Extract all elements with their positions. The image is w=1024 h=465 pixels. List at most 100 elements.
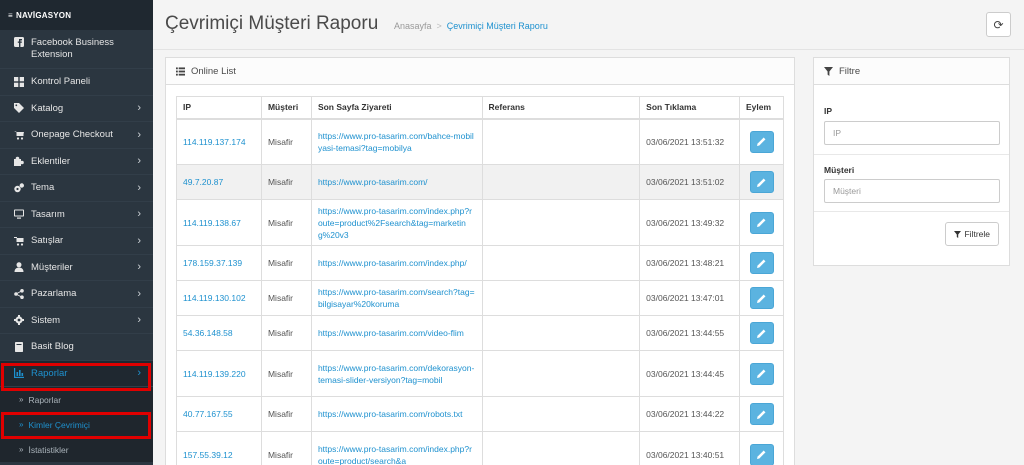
ip-cell[interactable]: 54.36.148.58 (176, 315, 262, 351)
customer-cell: Misafir (260, 280, 312, 316)
nav-header-label: NAVİGASYON (16, 11, 72, 20)
edit-button[interactable] (749, 322, 774, 344)
last-page-cell[interactable]: https://www.pro-tasarim.com/dekorasyon-t… (310, 350, 483, 397)
book-icon (13, 341, 25, 352)
col-header-referrer[interactable]: Referans (481, 96, 641, 120)
sidebar-item-onepage-checkout[interactable]: Onepage Checkout › (0, 122, 153, 149)
filter-title: Filtre (839, 65, 861, 77)
edit-button[interactable] (749, 403, 774, 425)
sidebar-subitem-statistics[interactable]: » İstatistikler (0, 437, 153, 462)
last-page-cell[interactable]: https://www.pro-tasarim.com/robots.txt (310, 396, 483, 432)
last-page-cell[interactable]: https://www.pro-tasarim.com/search?tag=b… (310, 280, 483, 316)
table-header-row: IP Müşteri Son Sayfa Ziyareti Referans S… (176, 96, 784, 120)
referrer-cell (481, 396, 641, 432)
sidebar-item-basit-blog[interactable]: Basit Blog (0, 334, 153, 361)
sidebar-subitem-reports[interactable]: » Raporlar (0, 387, 153, 412)
ip-cell[interactable]: 114.119.139.220 (176, 350, 262, 397)
refresh-button[interactable]: ⟳ (986, 12, 1011, 37)
edit-button[interactable] (749, 130, 774, 153)
col-header-last-page[interactable]: Son Sayfa Ziyareti (310, 96, 483, 120)
desktop-icon (13, 209, 25, 219)
page-title: Çevrimiçi Müşteri Raporu (165, 13, 379, 34)
last-page-cell[interactable]: https://www.pro-tasarim.com/index.php?ro… (310, 431, 483, 465)
edit-button[interactable] (749, 287, 774, 309)
edit-button[interactable] (749, 211, 774, 234)
sidebar-subitem-who-online[interactable]: » Kimler Çevrimiçi (0, 412, 153, 437)
sidebar-item-theme[interactable]: Tema › (0, 175, 153, 202)
menu-icon: ≡ (8, 11, 13, 20)
main-content: Çevrimiçi Müşteri Raporu Anasayfa > Çevrim… (153, 0, 1024, 465)
table-row: 49.7.20.87 Misafir https://www.pro-tasarim… (176, 164, 784, 200)
pencil-icon (757, 410, 766, 419)
chevron-right-icon: › (137, 287, 141, 300)
action-cell (739, 350, 784, 397)
action-cell (739, 118, 784, 165)
sidebar-item-dashboard[interactable]: Kontrol Paneli (0, 69, 153, 96)
action-cell (739, 245, 784, 281)
sidebar-item-label: Tasarım (31, 208, 65, 220)
filter-panel: Filtre IP Müşteri Filtrele (813, 57, 1010, 266)
pencil-icon (757, 259, 766, 268)
ip-cell[interactable]: 114.119.138.67 (176, 199, 262, 246)
last-page-cell[interactable]: https://www.pro-tasarim.com/bahce-mobily… (310, 118, 483, 165)
action-cell (739, 164, 784, 200)
tag-icon (13, 103, 25, 114)
action-cell (739, 315, 784, 351)
ip-cell[interactable]: 40.77.167.55 (176, 396, 262, 432)
filter-button[interactable]: Filtrele (945, 222, 999, 246)
pencil-icon (757, 369, 766, 378)
sidebar-item-catalog[interactable]: Katalog › (0, 96, 153, 122)
sidebar-item-sales[interactable]: Satışlar › (0, 228, 153, 255)
referrer-cell (481, 118, 641, 165)
table-row: 114.119.139.220 Misafir https://www.pro-ta… (176, 350, 784, 397)
edit-button[interactable] (749, 443, 774, 465)
pencil-icon (757, 137, 766, 147)
col-header-last-click[interactable]: Son Tıklama (639, 96, 740, 120)
sidebar-item-facebook[interactable]: Facebook Business Extension (0, 30, 153, 69)
ip-cell[interactable]: 49.7.20.87 (176, 164, 262, 200)
filter-button-label: Filtrele (964, 229, 990, 239)
sidebar-item-design[interactable]: Tasarım › (0, 202, 153, 228)
last-page-cell[interactable]: https://www.pro-tasarim.com/video-flim (310, 315, 483, 351)
sidebar-item-reports[interactable]: Raporlar › (0, 360, 153, 387)
ip-cell[interactable]: 157.55.39.12 (176, 431, 262, 465)
edit-button[interactable] (749, 252, 774, 274)
table-row: 114.119.137.174 Misafir https://www.pro-ta… (176, 118, 784, 165)
ip-cell[interactable]: 178.159.37.139 (176, 245, 262, 281)
sidebar-item-system[interactable]: Sistem › (0, 308, 153, 334)
referrer-cell (481, 245, 641, 281)
sidebar-item-label: Eklentiler (31, 155, 71, 167)
edit-button[interactable] (749, 171, 774, 193)
ip-cell[interactable]: 114.119.130.102 (176, 280, 262, 316)
pencil-icon (757, 218, 766, 227)
col-header-ip[interactable]: IP (176, 96, 262, 120)
page-header: Çevrimiçi Müşteri Raporu Anasayfa > Çevrim… (153, 0, 1024, 50)
double-chevron-icon: » (19, 420, 24, 429)
last-click-cell: 03/06/2021 13:44:55 (639, 315, 740, 351)
col-header-customer[interactable]: Müşteri (260, 96, 312, 120)
pencil-icon (757, 450, 766, 459)
chevron-right-icon: › (137, 261, 141, 274)
sidebar-item-marketing[interactable]: Pazarlama › (0, 281, 153, 308)
share-icon (13, 288, 25, 299)
edit-button[interactable] (749, 362, 774, 385)
customer-cell: Misafir (260, 164, 312, 200)
online-list-panel: Online List IP Müşteri Son Sayfa Ziyaret… (165, 57, 795, 465)
sidebar-item-label: Kontrol Paneli (31, 76, 91, 88)
breadcrumb-current[interactable]: Çevrimiçi Müşteri Raporu (447, 21, 548, 31)
referrer-cell (481, 164, 641, 200)
breadcrumb-separator: > (436, 21, 442, 31)
ip-cell[interactable]: 114.119.137.174 (176, 118, 262, 165)
last-page-cell[interactable]: https://www.pro-tasarim.com/index.php?ro… (310, 199, 483, 246)
breadcrumb-home[interactable]: Anasayfa (394, 21, 432, 31)
table-row: 114.119.130.102 Misafir https://www.pro-ta… (176, 280, 784, 316)
sidebar-item-customers[interactable]: Müşteriler › (0, 255, 153, 281)
ip-input[interactable] (824, 121, 1000, 145)
table-row: 54.36.148.58 Misafir https://www.pro-tasar… (176, 315, 784, 351)
sidebar-item-extensions[interactable]: Eklentiler › (0, 149, 153, 175)
customer-input[interactable] (824, 179, 1000, 203)
last-page-cell[interactable]: https://www.pro-tasarim.com/ (310, 164, 483, 200)
last-page-cell[interactable]: https://www.pro-tasarim.com/index.php/ (310, 245, 483, 281)
user-icon (13, 262, 25, 273)
chevron-right-icon: › (137, 181, 141, 194)
